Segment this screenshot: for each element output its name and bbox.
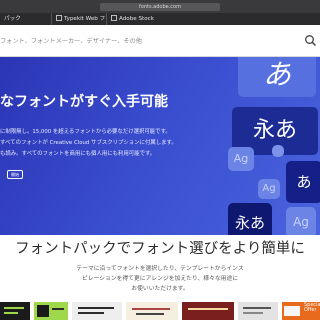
tab-icon: [111, 15, 117, 21]
tab-font-pack[interactable]: パック: [0, 13, 58, 25]
tab-adobe-stock[interactable]: Adobe Stock: [106, 13, 175, 25]
thumbnail-art: [284, 306, 300, 316]
font-pack-thumbnail[interactable]: [34, 302, 68, 320]
tab-strip: [166, 13, 320, 25]
font-pack-thumbnail[interactable]: [72, 302, 122, 320]
tab-label: Adobe Stock: [119, 16, 154, 22]
font-sample-tile: Ag: [258, 179, 280, 199]
thumbnail-art: [78, 307, 114, 309]
search-input[interactable]: フォント、フォントメーカー、デザイナー、その他: [0, 36, 142, 45]
thumbnail-art: [243, 307, 271, 309]
address-bar[interactable]: fonts.adobe.com: [100, 3, 220, 11]
section-title: フォントパックでフォント選びをより簡単に: [15, 241, 305, 257]
font-pack-thumbnail[interactable]: [182, 302, 234, 320]
tab-typekit-web-fonts[interactable]: Typekit Web フォント: [51, 13, 122, 25]
thumbnail-art: [52, 308, 64, 310]
hero-description: も読み。すべてのフォントを商用にも個人用にも利用可能です。: [0, 151, 156, 157]
thumbnail-art: [136, 313, 164, 315]
thumbnail-art: [37, 305, 49, 317]
thumbnail-art: [132, 308, 170, 310]
font-pack-thumbnail[interactable]: [238, 302, 278, 320]
font-pack-thumbnail[interactable]: [126, 302, 178, 320]
hero-description: すべてのフォントが Creative Cloud サブスクリプションに付属します…: [0, 140, 177, 146]
tab-label: パック: [4, 16, 21, 22]
section-description: お使いいただけます。: [131, 286, 189, 292]
thumbnail-art: [78, 312, 104, 314]
section-description: テーマに沿ってフォントを選択したり、テンプレートからインス: [76, 266, 244, 272]
font-sample-tile: [272, 145, 284, 157]
thumbnail-art: [188, 308, 228, 310]
thumbnail-art: [243, 312, 263, 314]
hero-title: なフォントがすぐ入手可能: [0, 94, 168, 110]
search-icon[interactable]: [304, 34, 317, 47]
font-pack-thumbnail[interactable]: [0, 302, 30, 320]
thumbnail-art: [4, 312, 18, 314]
tab-icon: [56, 15, 62, 21]
section-description: ピレーションを得て更にアレンジを加えたり、様々な用途に: [81, 276, 239, 282]
font-sample-tile: あ: [238, 57, 316, 97]
special-offer-label: Special Offer: [304, 302, 320, 313]
hero-description: に制限無し。15,000 を超えるフォントから必要なだけ選択可能です。: [0, 129, 171, 135]
font-sample-tile: 永あ: [228, 203, 272, 235]
font-pack-thumbnail[interactable]: Special Offer: [282, 302, 320, 320]
thumbnail-art: [4, 307, 24, 309]
start-button[interactable]: 開始: [7, 170, 23, 179]
font-sample-tile: Ag: [286, 207, 316, 235]
font-sample-tile: あ: [286, 161, 320, 203]
font-sample-tile: Ag: [228, 147, 254, 171]
hero-banner: あ 永あ Ag Ag あ 永あ Ag なフォントがすぐ入手可能 に制限無し。15…: [0, 57, 320, 235]
